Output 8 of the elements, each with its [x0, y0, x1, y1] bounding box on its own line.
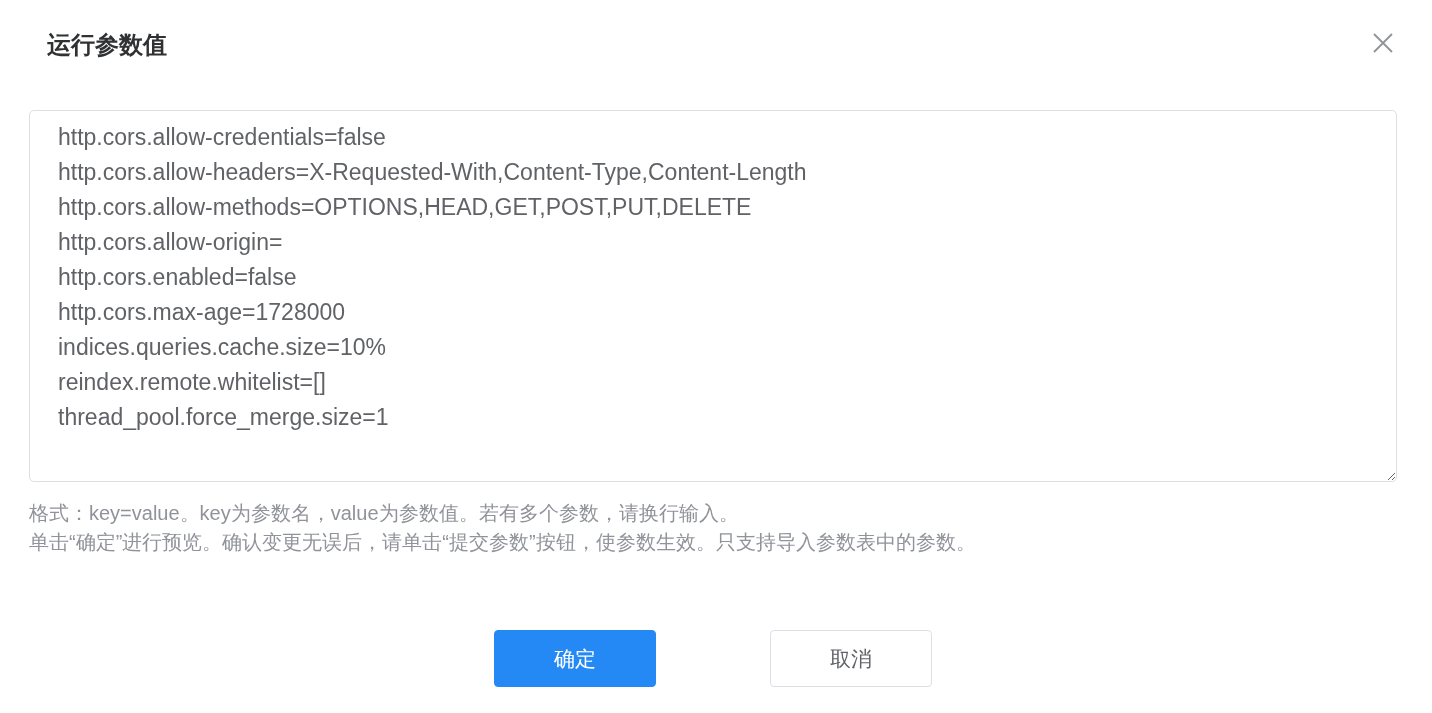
dialog-title: 运行参数值 — [47, 30, 167, 60]
parameters-textarea[interactable]: http.cors.allow-credentials=false http.cors.allow-headers=X-Requested-With,Content-Type,Content-Length http.cors.allow-methods=OPTIONS,HEAD,GET,POST,PUT,DELETE http.cors.allow-origin= http.cors.enabled=false http.cors.max-age=1728000 indices.queries.cache.size=10% reindex.remote.whitelist=[] thread_pool.force_merge.size=1 — [29, 110, 1397, 482]
cancel-button[interactable]: 取消 — [770, 630, 932, 687]
help-text: 单击“确定”进行预览。确认变更无误后，请单击“提交参数”按钮，使参数生效。只支持导入参数表中的参数。 — [29, 530, 976, 555]
help-text: 格式：key=value。key为参数名，value为参数值。若有多个参数，请换行输入。 — [29, 501, 739, 526]
close-icon — [1373, 33, 1393, 53]
confirm-button[interactable]: 确定 — [494, 630, 656, 687]
close-button[interactable] — [1373, 33, 1393, 53]
